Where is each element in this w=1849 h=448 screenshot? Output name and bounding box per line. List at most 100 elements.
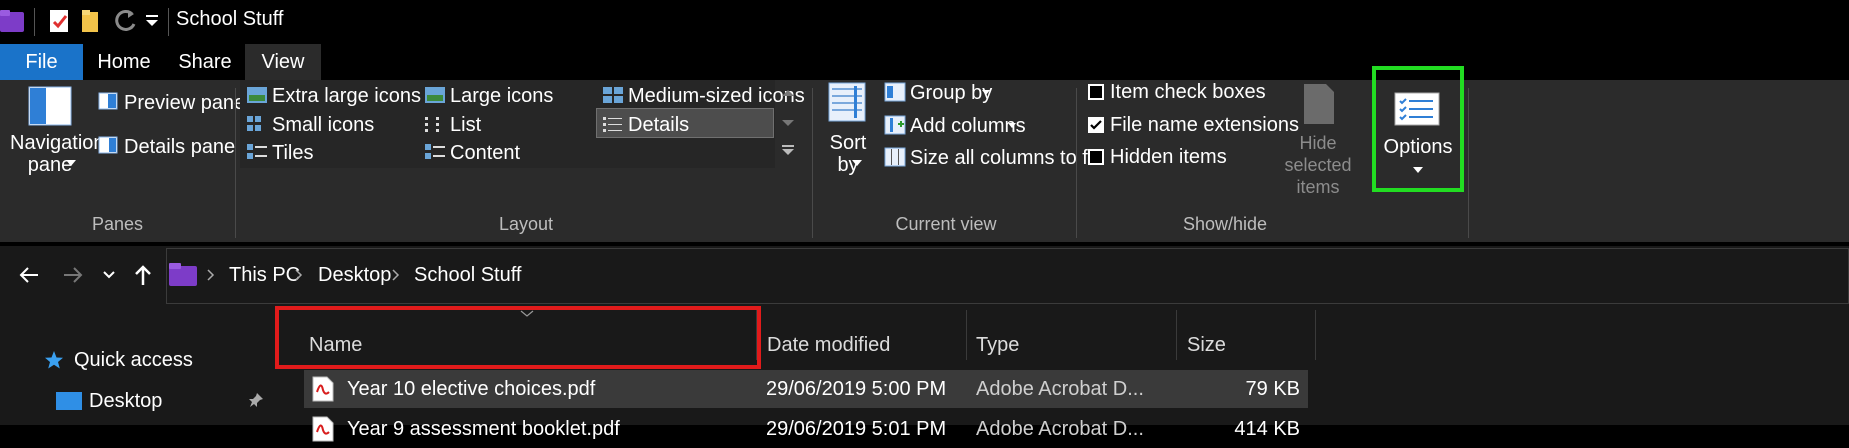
extra-large-icons-icon bbox=[247, 87, 267, 103]
navigation-pane-icon bbox=[28, 86, 72, 126]
navigation-pane-button[interactable]: Navigation pane bbox=[10, 132, 105, 176]
layout-medium-icons[interactable]: Medium-sized icons bbox=[628, 85, 805, 108]
column-separator[interactable] bbox=[966, 310, 967, 360]
ribbon-tabs: File Home Share View bbox=[0, 44, 1849, 80]
ribbon: Navigation pane Preview pane Details pan… bbox=[0, 66, 1849, 242]
tab-share[interactable]: Share bbox=[165, 44, 245, 80]
sort-by-icon bbox=[828, 82, 866, 122]
group-by-button[interactable]: Group by bbox=[910, 82, 992, 105]
breadcrumb-desktop[interactable]: Desktop bbox=[318, 264, 391, 287]
pdf-icon bbox=[312, 376, 334, 402]
tab-home[interactable]: Home bbox=[83, 44, 165, 80]
breadcrumb-this-pc[interactable]: This PC bbox=[229, 264, 300, 287]
address-bar[interactable]: This PC Desktop School Stuff bbox=[166, 248, 1849, 304]
column-separator[interactable] bbox=[756, 310, 757, 360]
customize-chevron-icon[interactable] bbox=[144, 14, 160, 28]
breadcrumb-chevron-icon[interactable] bbox=[295, 269, 303, 281]
file-row[interactable]: Year 10 elective choices.pdf 29/06/2019 … bbox=[304, 370, 1308, 408]
layout-small-icons[interactable]: Small icons bbox=[272, 114, 374, 137]
file-type: Adobe Acrobat D... bbox=[976, 418, 1144, 440]
column-header-type[interactable]: Type bbox=[976, 322, 1019, 368]
recent-locations-chevron-icon[interactable] bbox=[102, 270, 116, 280]
star-icon bbox=[45, 351, 63, 369]
item-check-boxes-checkbox[interactable] bbox=[1088, 84, 1104, 100]
column-separator[interactable] bbox=[1176, 310, 1177, 360]
group-separator bbox=[1076, 88, 1077, 238]
desktop-icon bbox=[56, 392, 82, 410]
column-separator[interactable] bbox=[1315, 310, 1316, 360]
options-label: Options bbox=[1383, 136, 1453, 158]
add-columns-chevron-icon[interactable] bbox=[1008, 123, 1016, 129]
column-header-date-modified[interactable]: Date modified bbox=[767, 322, 890, 368]
hidden-items-checkbox[interactable] bbox=[1088, 149, 1104, 165]
tiles-icon bbox=[247, 144, 267, 159]
column-header-name-highlight bbox=[275, 306, 761, 369]
hide-selected-items-icon bbox=[1304, 84, 1334, 124]
group-by-chevron-icon[interactable] bbox=[982, 90, 990, 96]
column-header-size[interactable]: Size bbox=[1187, 322, 1226, 368]
folder-icon bbox=[0, 10, 24, 32]
details-icon bbox=[603, 117, 622, 132]
tab-view[interactable]: View bbox=[245, 44, 321, 80]
hidden-items-label[interactable]: Hidden items bbox=[1110, 146, 1227, 169]
group-separator bbox=[1468, 88, 1469, 238]
current-view-group-label: Current view bbox=[895, 214, 997, 234]
sort-by-chevron-icon[interactable] bbox=[852, 160, 862, 168]
pdf-icon bbox=[312, 416, 334, 442]
panes-group-label: Panes bbox=[91, 214, 144, 234]
sort-by-button[interactable]: Sort by bbox=[824, 132, 872, 176]
navigation-pane-chevron-icon[interactable] bbox=[66, 160, 76, 168]
navigation-pane: Quick access Desktop bbox=[0, 308, 276, 425]
item-check-boxes-label[interactable]: Item check boxes bbox=[1110, 81, 1266, 104]
layout-large-icons[interactable]: Large icons bbox=[450, 85, 553, 108]
layout-tiles[interactable]: Tiles bbox=[272, 142, 313, 165]
back-arrow-icon[interactable] bbox=[18, 266, 40, 284]
breadcrumb-school-stuff[interactable]: School Stuff bbox=[414, 264, 521, 287]
gallery-scroll-up-icon[interactable] bbox=[782, 88, 794, 98]
redo-icon[interactable] bbox=[112, 8, 138, 34]
title-bar: School Stuff bbox=[0, 0, 1849, 44]
panes-group: Navigation pane Preview pane Details pan… bbox=[0, 80, 245, 242]
options-button[interactable]: Options bbox=[1372, 66, 1464, 192]
content-icon bbox=[425, 144, 445, 159]
options-chevron-icon bbox=[1413, 167, 1423, 173]
size-all-columns-icon bbox=[884, 147, 906, 167]
gallery-expand-icon[interactable] bbox=[782, 144, 794, 156]
tab-file[interactable]: File bbox=[0, 44, 83, 80]
title-separator bbox=[168, 8, 169, 36]
layout-list[interactable]: List bbox=[450, 114, 481, 137]
current-view-group: Sort by Group by Add columns Size all co… bbox=[816, 80, 1098, 242]
window-title: School Stuff bbox=[176, 8, 284, 30]
layout-details[interactable]: Details bbox=[628, 114, 689, 137]
show-hide-group-label: Show/hide bbox=[1182, 214, 1268, 234]
breadcrumb-chevron-icon[interactable] bbox=[392, 269, 400, 281]
small-icons-icon bbox=[247, 116, 261, 131]
group-separator bbox=[235, 88, 236, 238]
file-date: 29/06/2019 5:01 PM bbox=[766, 418, 947, 440]
nav-quick-access[interactable]: Quick access bbox=[74, 349, 193, 372]
file-size: 79 KB bbox=[1245, 378, 1300, 400]
details-pane-button[interactable]: Details pane bbox=[124, 136, 235, 159]
layout-group-label: Layout bbox=[498, 214, 554, 234]
file-size: 414 KB bbox=[1234, 418, 1300, 440]
layout-content[interactable]: Content bbox=[450, 142, 520, 165]
file-row[interactable]: Year 9 assessment booklet.pdf 29/06/2019… bbox=[304, 410, 1308, 448]
file-name: Year 10 elective choices.pdf bbox=[347, 378, 596, 400]
preview-pane-icon bbox=[98, 92, 118, 110]
pin-icon[interactable] bbox=[248, 392, 264, 408]
large-icons-icon bbox=[425, 87, 445, 103]
file-name-extensions-checkbox[interactable] bbox=[1088, 117, 1104, 133]
preview-pane-button[interactable]: Preview pane bbox=[124, 92, 245, 115]
nav-desktop[interactable]: Desktop bbox=[89, 390, 162, 413]
properties-icon[interactable] bbox=[48, 8, 70, 34]
hide-selected-items-button[interactable]: Hide selected items bbox=[1268, 132, 1368, 198]
layout-extra-large-icons[interactable]: Extra large icons bbox=[272, 85, 421, 108]
list-icon bbox=[425, 117, 439, 132]
medium-icons-icon bbox=[603, 87, 623, 103]
gallery-scroll-down-icon[interactable] bbox=[782, 118, 794, 128]
new-folder-icon[interactable] bbox=[80, 8, 102, 34]
up-arrow-icon[interactable] bbox=[134, 264, 152, 286]
breadcrumb-chevron-icon[interactable] bbox=[207, 269, 215, 281]
size-all-columns-button[interactable]: Size all columns to fit bbox=[910, 147, 1098, 170]
forward-arrow-icon[interactable] bbox=[62, 266, 84, 284]
